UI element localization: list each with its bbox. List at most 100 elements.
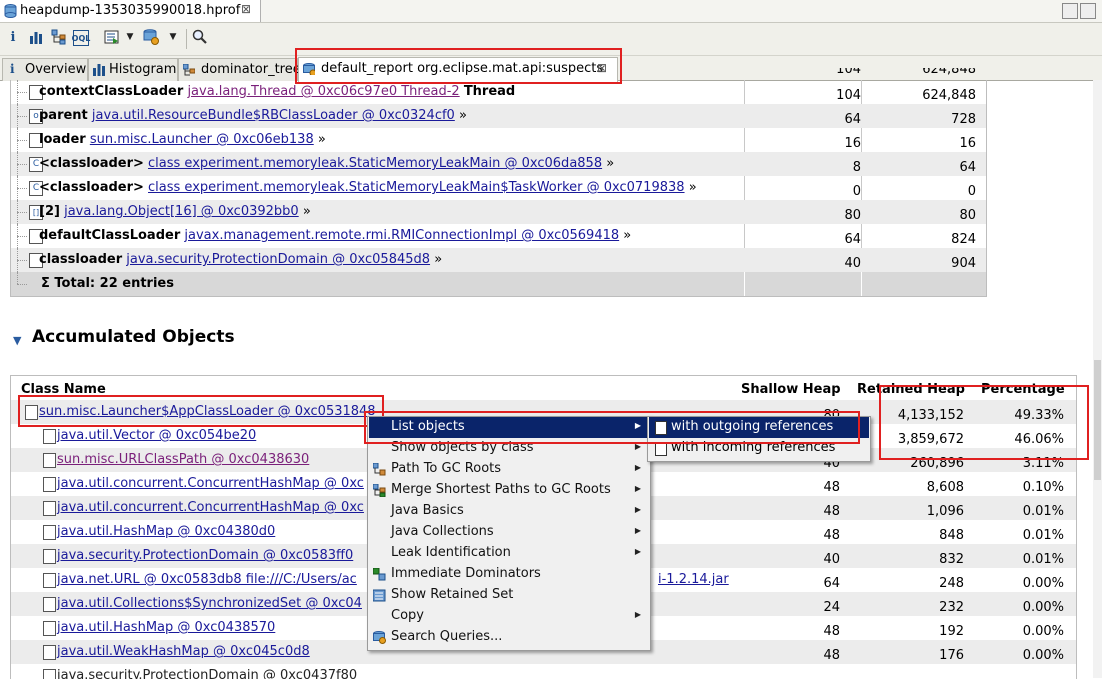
object-link[interactable]: java.util.concurrent.ConcurrentHashMap @… [57, 500, 364, 515]
retained-heap-value: 624,848 [922, 88, 976, 103]
object-link[interactable]: sun.misc.URLClassPath @ 0xc0438630 [57, 452, 309, 467]
column-header-class-name[interactable]: Class Name [21, 382, 106, 397]
menu-item-immediate-dominators[interactable]: Immediate Dominators [369, 564, 649, 585]
table-row[interactable]: contextClassLoader java.lang.Thread @ 0x… [11, 80, 986, 104]
oql-icon[interactable]: OQL [72, 30, 90, 46]
object-icon [43, 645, 56, 660]
retained-set-icon [373, 589, 386, 602]
object-link[interactable]: java.util.HashMap @ 0xc04380d0 [57, 524, 275, 539]
run-report-dropdown-icon[interactable]: ▼ [121, 28, 139, 46]
menu-item-path-to-gc-roots[interactable]: Path To GC Roots ▶ [369, 459, 649, 480]
object-icon [43, 597, 56, 612]
submenu-arrow-icon: ▶ [634, 442, 641, 451]
object-link[interactable]: sun.misc.Launcher$AppClassLoader @ 0xc05… [39, 404, 376, 419]
toolbar-separator [186, 29, 187, 49]
info-icon[interactable]: i [4, 28, 22, 46]
maximize-icon[interactable] [1080, 3, 1096, 19]
object-link[interactable]: java.util.HashMap @ 0xc0438570 [57, 620, 275, 635]
table-row[interactable]: classloader java.security.ProtectionDoma… [11, 248, 986, 272]
query-browser-icon[interactable] [142, 28, 160, 46]
shallow-heap-value: 104 [836, 88, 861, 103]
object-link[interactable]: java.lang.Object[16] @ 0xc0392bb0 [64, 204, 299, 219]
menu-item-java-basics[interactable]: Java Basics ▶ [369, 501, 649, 522]
object-link[interactable]: java.security.ProtectionDomain @ 0xc0583… [57, 548, 353, 563]
field-name: contextClassLoader [39, 84, 184, 99]
editor-tab-close-icon[interactable]: ⊠ [241, 2, 251, 16]
menu-item-java-collections[interactable]: Java Collections ▶ [369, 522, 649, 543]
submenu-arrow-icon: ▶ [634, 463, 641, 472]
table-row[interactable]: java.security.ProtectionDomain @ 0xc0437… [11, 664, 1076, 679]
object-link[interactable]: java.util.ResourceBundle$RBClassLoader @… [92, 108, 455, 123]
editor-tab-heapdump[interactable]: heapdump-1353035990018.hprof ⊠ [0, 0, 261, 22]
context-submenu: with outgoing references with incoming r… [647, 416, 871, 462]
heap-dump-icon [4, 4, 17, 18]
object-icon [43, 573, 56, 588]
table-row[interactable]: [] [2] java.lang.Object[16] @ 0xc0392bb0… [11, 200, 986, 224]
collapse-section-icon[interactable]: ▼ [13, 334, 21, 347]
editor-tab-title: heapdump-1353035990018.hprof [20, 3, 241, 18]
object-link[interactable]: java.security.ProtectionDomain @ 0xc0584… [126, 252, 430, 267]
submenu-arrow-icon: ▶ [634, 421, 641, 430]
total-label: Σ Total: 22 entries [41, 276, 174, 291]
incoming-references-icon [655, 442, 667, 456]
object-link[interactable]: sun.misc.Launcher @ 0xc06eb138 [90, 132, 314, 147]
object-icon [43, 549, 56, 564]
histogram-icon[interactable] [27, 28, 45, 46]
menu-item-list-objects[interactable]: List objects ▶ [369, 417, 649, 438]
query-browser-dropdown-icon[interactable]: ▼ [164, 28, 182, 46]
toolbar: i OQL ▼ ▼ [0, 23, 1102, 56]
table-row[interactable]: o parent java.util.ResourceBundle$RBClas… [11, 104, 986, 128]
object-link[interactable]: java.util.Vector @ 0xc054be20 [57, 428, 256, 443]
total-row: Σ Total: 22 entries [11, 272, 986, 296]
object-link[interactable]: java.util.Collections$SynchronizedSet @ … [57, 596, 362, 611]
object-icon [43, 525, 56, 540]
search-queries-icon [373, 631, 386, 644]
menu-item-show-objects-by-class[interactable]: Show objects by class ▶ [369, 438, 649, 459]
minimize-icon[interactable] [1062, 3, 1078, 19]
menu-item-with-outgoing-references[interactable]: with outgoing references [649, 417, 869, 438]
object-link[interactable]: java.security.ProtectionDomain @ 0xc0437… [57, 668, 357, 679]
submenu-arrow-icon: ▶ [634, 484, 641, 493]
search-icon[interactable] [191, 28, 209, 46]
object-icon [43, 429, 56, 444]
object-link[interactable]: java.util.WeakHashMap @ 0xc045c0d8 [57, 644, 310, 659]
scrollbar-thumb[interactable] [1094, 360, 1101, 480]
table-row-partial: 104 624,848 [836, 68, 976, 77]
merge-paths-icon [373, 484, 386, 497]
object-link[interactable]: java.net.URL @ 0xc0583db8 file:///C:/Use… [57, 572, 357, 587]
object-link[interactable]: java.util.concurrent.ConcurrentHashMap @… [57, 476, 364, 491]
run-report-icon[interactable] [103, 28, 121, 46]
editor-tab-bar: heapdump-1353035990018.hprof ⊠ [0, 0, 1102, 23]
object-link[interactable]: javax.management.remote.rmi.RMIConnectio… [184, 228, 619, 243]
menu-item-show-retained-set[interactable]: Show Retained Set [369, 585, 649, 606]
context-menu: List objects ▶ Show objects by class ▶ Pat… [367, 416, 651, 651]
dominators-icon [373, 568, 386, 581]
submenu-arrow-icon: ▶ [634, 610, 641, 619]
column-header-percentage[interactable]: Percentage [981, 382, 1065, 397]
menu-item-merge-shortest-paths[interactable]: Merge Shortest Paths to GC Roots ▶ [369, 480, 649, 501]
object-link[interactable]: class experiment.memoryleak.StaticMemory… [148, 156, 602, 171]
classloader-object-icon [25, 405, 38, 420]
menu-item-leak-identification[interactable]: Leak Identification ▶ [369, 543, 649, 564]
submenu-arrow-icon: ▶ [634, 505, 641, 514]
dominator-tree-icon[interactable] [50, 28, 68, 46]
references-table: 104 624,848 contextClassLoader java.lang… [10, 68, 987, 297]
menu-item-with-incoming-references[interactable]: with incoming references [649, 438, 869, 459]
table-row[interactable]: C <classloader> class experiment.memoryl… [11, 152, 986, 176]
section-title: Accumulated Objects [32, 327, 235, 347]
object-icon [43, 477, 56, 492]
column-header-shallow-heap[interactable]: Shallow Heap [741, 382, 841, 397]
menu-item-copy[interactable]: Copy ▶ [369, 606, 649, 627]
object-icon [43, 621, 56, 636]
table-row[interactable]: loader sun.misc.Launcher @ 0xc06eb138 » … [11, 128, 986, 152]
column-header-retained-heap[interactable]: Retained Heap [857, 382, 965, 397]
object-icon [43, 501, 56, 516]
object-link-tail[interactable]: i-1.2.14.jar [658, 572, 729, 587]
object-link[interactable]: class experiment.memoryleak.StaticMemory… [148, 180, 685, 195]
object-link[interactable]: java.lang.Thread @ 0xc06c97e0 Thread-2 [187, 84, 459, 99]
object-icon [43, 453, 56, 468]
table-row[interactable]: C <classloader> class experiment.memoryl… [11, 176, 986, 200]
outgoing-references-icon [655, 421, 667, 435]
menu-item-search-queries[interactable]: Search Queries... [369, 627, 649, 648]
table-row[interactable]: defaultClassLoader javax.management.remo… [11, 224, 986, 248]
